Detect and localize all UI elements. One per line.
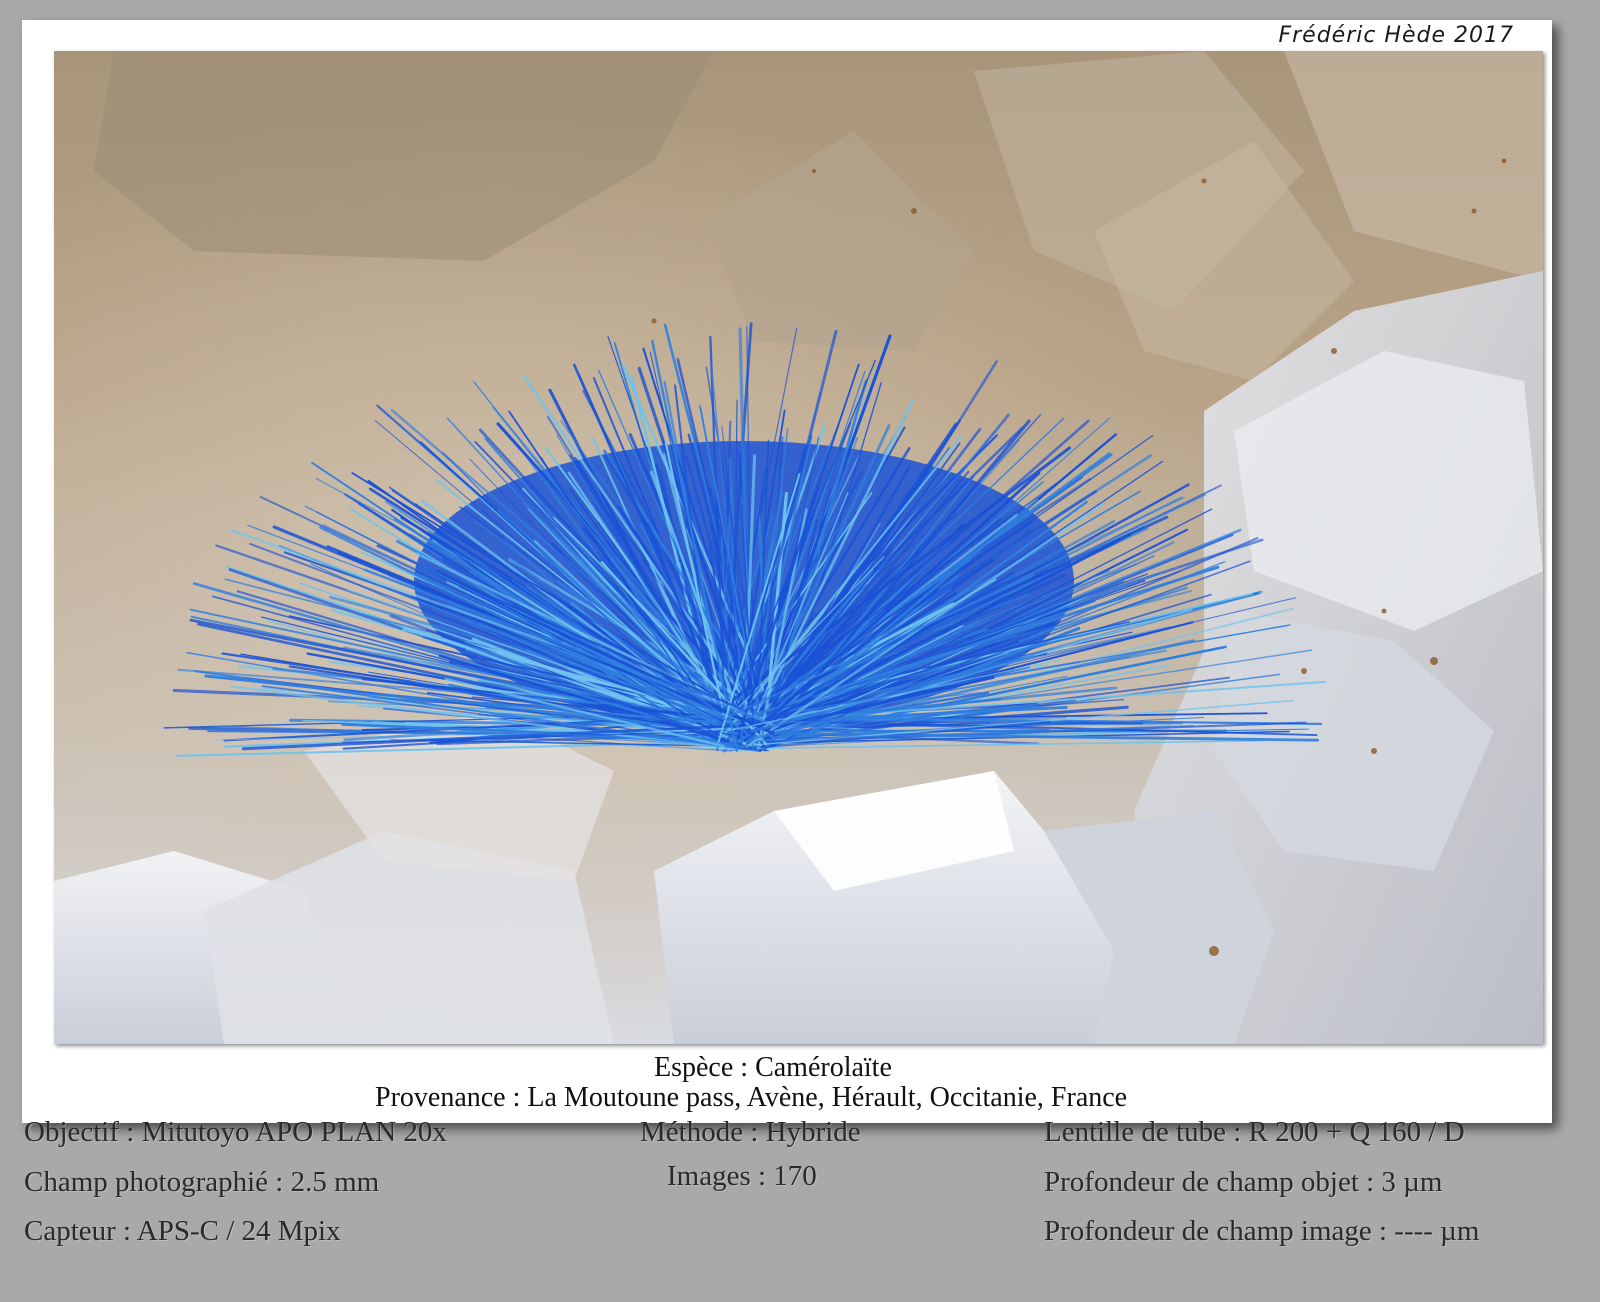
sensor-info: Capteur : APS-C / 24 Mpix — [24, 1215, 341, 1247]
tube-lens-info: Lentille de tube : R 200 + Q 160 / D — [1044, 1116, 1465, 1148]
objective-info: Objectif : Mitutoyo APO PLAN 20x — [24, 1116, 447, 1148]
field-info: Champ photographié : 2.5 mm — [24, 1166, 380, 1198]
origin-caption: Provenance : La Moutoune pass, Avène, Hé… — [375, 1082, 1128, 1113]
mineral-photo — [54, 51, 1543, 1044]
dof-object-info: Profondeur de champ objet : 3 µm — [1044, 1166, 1443, 1198]
dof-image-info: Profondeur de champ image : ---- µm — [1044, 1215, 1480, 1247]
method-info: Méthode : Hybride — [640, 1116, 861, 1148]
images-info: Images : 170 — [667, 1160, 817, 1192]
species-caption: Espèce : Camérolaïte — [654, 1052, 892, 1083]
photographer-signature: Frédéric Hède 2017 — [1278, 23, 1514, 48]
photo-card: Frédéric Hède 2017 Espèce: Camérolaïte … — [22, 20, 1552, 1123]
